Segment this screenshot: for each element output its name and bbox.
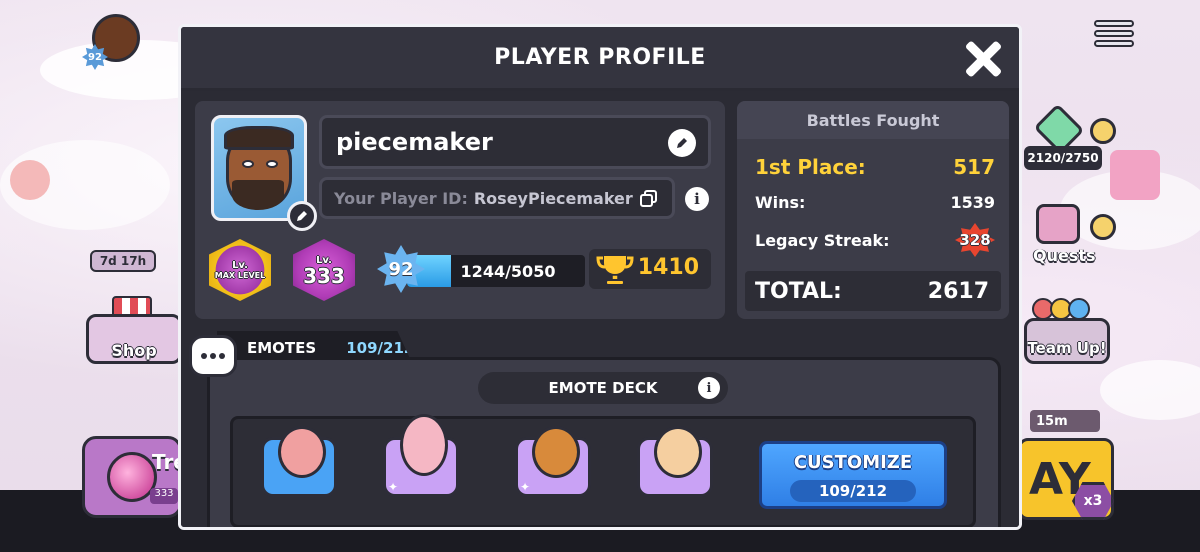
dot — [219, 353, 225, 359]
copy-icon[interactable] — [640, 190, 658, 208]
emote-deck-label: EMOTE DECK — [548, 379, 658, 397]
player-id-info-icon[interactable]: i — [685, 187, 709, 211]
xp-progress: 1244/5050 92 — [377, 245, 597, 293]
emote-deck-header: EMOTE DECK i — [478, 372, 728, 404]
stat-legacy-streak: Legacy Streak: 328 — [755, 223, 995, 257]
gem-progress[interactable]: 2120/2750 — [1024, 146, 1102, 170]
stat-value: 517 — [953, 155, 995, 179]
pencil-icon — [297, 211, 307, 221]
pencil-icon — [677, 138, 687, 148]
max-level-badge[interactable]: Lv. MAX LEVEL — [209, 239, 271, 301]
emotes-tab-label: EMOTES — [247, 339, 317, 357]
team-up-button[interactable]: Team Up! — [1024, 318, 1110, 364]
clock-icon — [1090, 118, 1116, 144]
event-button[interactable] — [82, 436, 182, 518]
edit-name-button[interactable] — [668, 129, 696, 157]
close-button[interactable] — [963, 39, 1003, 79]
arcade-decoration — [1110, 150, 1160, 200]
emote-slot[interactable] — [261, 426, 337, 497]
stat-label: Legacy Streak: — [755, 230, 890, 250]
stat-label: Wins: — [755, 193, 806, 212]
badge-lv-label: Lv. — [232, 260, 248, 271]
avatar-eye — [242, 160, 254, 168]
edit-avatar-button[interactable] — [287, 201, 317, 231]
trophy-count-box: 1410 — [589, 249, 711, 289]
emotes-tab-count: 109/212 — [346, 339, 415, 357]
emote-bear-gift-icon — [532, 426, 580, 478]
player-name-field: piecemaker — [319, 115, 711, 169]
clock-icon — [1090, 214, 1116, 240]
stat-value: 2617 — [927, 278, 989, 304]
menu-icon-line — [1094, 40, 1134, 47]
emote-deck-row: ✦ ✦ CUSTOMIZE 109/212 — [230, 414, 976, 527]
menu-icon-line — [1094, 20, 1134, 27]
shop-label: Shop — [111, 340, 157, 360]
battles-stats-card: Battles Fought 1st Place: 517 Wins: 1539… — [737, 101, 1009, 319]
sparkle-icon: ✦ — [520, 480, 531, 494]
snow-decoration — [1100, 360, 1200, 420]
play-timer: 15m — [1030, 410, 1100, 432]
profile-card: piecemaker Your Player ID: RoseyPiecemak… — [195, 101, 725, 319]
emote-slot[interactable]: ✦ — [383, 414, 459, 497]
emote-slot[interactable]: ✦ — [515, 426, 591, 497]
modal-header: PLAYER PROFILE — [181, 27, 1019, 91]
menu-icon-line — [1094, 30, 1134, 37]
player-id-label: Your Player ID: — [334, 188, 468, 208]
speech-bubble-icon — [189, 335, 237, 377]
customize-button[interactable]: CUSTOMIZE 109/212 — [759, 441, 947, 509]
stat-label: 1st Place: — [755, 155, 866, 179]
xp-level-star-icon: 92 — [377, 245, 425, 293]
streak-flame-icon: 328 — [955, 223, 995, 257]
avatar-hair — [224, 126, 294, 150]
level-badge[interactable]: Lv. 333 — [293, 239, 355, 301]
player-profile-modal: PLAYER PROFILE piecemaker Your Player ID… — [178, 24, 1022, 530]
quest-book-icon[interactable] — [1036, 204, 1080, 244]
emote-pink-hair-icon — [400, 414, 448, 476]
emote-panel: EMOTE DECK i ✦ ✦ CUSTOMIZE 109/212 — [207, 357, 1001, 527]
emote-king-crying-icon — [654, 426, 702, 478]
avatar-beard — [232, 180, 284, 210]
xp-text: 1244/5050 — [460, 261, 556, 281]
customize-label: CUSTOMIZE — [793, 452, 913, 473]
dot — [210, 353, 216, 359]
modal-title: PLAYER PROFILE — [494, 45, 706, 70]
customize-count: 109/212 — [790, 480, 916, 502]
dot — [201, 353, 207, 359]
xp-bar: 1244/5050 — [407, 255, 585, 287]
stat-wins: Wins: 1539 — [755, 193, 995, 212]
team-up-label: Team Up! — [1027, 339, 1107, 357]
player-id-field: Your Player ID: RoseyPiecemaker — [319, 177, 675, 219]
stat-value: 1539 — [950, 193, 995, 212]
stat-first-place: 1st Place: 517 — [755, 155, 995, 179]
menu-button[interactable] — [1094, 20, 1134, 56]
player-id-value: RoseyPiecemaker — [473, 188, 633, 208]
quests-label[interactable]: Quests — [1033, 246, 1096, 265]
badge-max-text: MAX LEVEL — [214, 271, 266, 280]
stat-label: TOTAL: — [755, 278, 842, 304]
event-sub-label: 333 — [150, 488, 178, 504]
modal-body: piecemaker Your Player ID: RoseyPiecemak… — [181, 91, 1019, 527]
target-decoration — [10, 160, 50, 200]
player-level-badge: 92 — [82, 44, 108, 70]
shop-button[interactable]: Shop — [86, 314, 182, 364]
face-icon — [1068, 298, 1090, 320]
trophy-icon — [596, 254, 634, 286]
player-name: piecemaker — [336, 128, 493, 156]
avatar-eye — [266, 160, 278, 168]
trophy-count: 1410 — [637, 255, 699, 280]
sparkle-icon: ✦ — [388, 480, 399, 494]
stat-value: 328 — [959, 231, 991, 249]
emote-sick-girl-icon — [278, 426, 326, 478]
badge-level-value: 333 — [303, 263, 345, 288]
emote-slot[interactable] — [637, 426, 713, 497]
emote-deck-info-icon[interactable]: i — [698, 377, 720, 399]
event-timer: 7d 17h — [90, 250, 156, 272]
stat-total: TOTAL: 2617 — [745, 271, 1001, 311]
stats-header: Battles Fought — [737, 101, 1009, 139]
